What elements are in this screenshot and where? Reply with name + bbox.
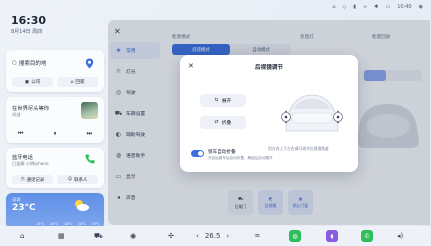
wechat-icon: ◍: [289, 230, 301, 242]
previous-track-button[interactable]: ⏮: [18, 130, 23, 138]
apps-dock-button[interactable]: ▦: [58, 229, 65, 243]
song-title: 在世界尽头等你: [12, 106, 50, 112]
signal-icon: ▮: [353, 4, 357, 10]
home-icon[interactable]: ⌂: [332, 4, 335, 10]
call-history-button[interactable]: ◷ 通话记录: [12, 175, 53, 184]
seat-heat-icon: ◉: [130, 232, 137, 240]
auto-fold-toggle[interactable]: [191, 150, 204, 157]
music-card[interactable]: 在世界尽头等你 肖战 ⏮ ⏸ ⏭: [6, 97, 104, 143]
defrost-button[interactable]: ♒: [254, 229, 260, 243]
podcast-icon: ◖: [326, 230, 338, 242]
search-icon: ○: [12, 60, 17, 66]
volume-button[interactable]: ◂): [397, 229, 403, 243]
clock: 16:30 8月14日 周四: [11, 14, 46, 35]
car-icon: ⛟: [94, 231, 103, 240]
podcast-app[interactable]: ◖: [326, 229, 338, 243]
bt-phone-title: 蓝牙电话: [12, 155, 33, 161]
auto-fold-description: 开启后锁车后自动折叠，解锁后自动展开: [208, 156, 273, 160]
volume-icon: ◂): [397, 232, 404, 240]
widget-column: 16:30 8月14日 周四 ○ 搜索目的地 ▣ 公司 ⌂ 回家 在世界尽头等你…: [4, 4, 104, 229]
wifi-icon: ≈: [363, 4, 368, 10]
sun-cloud-icon: [75, 200, 89, 211]
pause-button[interactable]: ⏸: [53, 130, 56, 138]
car-mirror-diagram: [281, 94, 343, 132]
status-time: 10:40: [397, 4, 412, 10]
user-icon[interactable]: ◉: [419, 4, 423, 10]
bt-phone-status: 已连接 小明iphone: [12, 161, 49, 166]
company-button[interactable]: ▣ 公司: [12, 77, 53, 87]
expand-mirror-button[interactable]: ⇆ 展开: [200, 94, 246, 107]
song-artist: 肖战: [12, 112, 21, 117]
house-icon: ⌂: [70, 79, 74, 85]
home-icon: ⌂: [20, 232, 25, 240]
defrost-icon: ♒: [254, 232, 261, 240]
location-pin-icon: [85, 58, 94, 69]
shield-icon: ◇: [342, 4, 347, 10]
bluetooth-phone-card[interactable]: 蓝牙电话 已连接 小明iphone ◷ 通话记录 ☺ 联系人: [6, 148, 104, 188]
phone-app[interactable]: ✆: [361, 229, 373, 243]
dialog-title: 后视镜调节: [255, 65, 283, 71]
fold-mirror-button[interactable]: ⇄ 折叠: [200, 116, 246, 129]
battery-icon: ▭: [385, 4, 391, 10]
destination-search-label: 搜索目的地: [18, 61, 47, 67]
fold-icon: ⇄: [214, 120, 219, 125]
screen: ⌂ ◇ ▮ ≈ ✱ ▭ 10:40 ◉ 16:30 8月14日 周四 ○ 搜索目…: [0, 0, 431, 246]
expand-icon: ⇆: [214, 98, 219, 103]
person-icon: ☺: [67, 177, 73, 182]
contacts-label: 联系人: [74, 177, 88, 183]
car-dock-button[interactable]: ⛟: [94, 229, 103, 243]
mirror-adjust-hint: 用方向上下左右键可调节后视镜角度: [268, 146, 329, 151]
temp-down-button[interactable]: ‹: [196, 232, 199, 240]
weather-card[interactable]: 深圳 23°C 15℃ 16℃ 18℃ 20℃ 23℃: [6, 193, 104, 229]
bluetooth-icon: ✱: [374, 4, 379, 10]
home-button[interactable]: ⌂ 回家: [57, 77, 98, 87]
seat-heat-button[interactable]: ◉: [130, 229, 136, 243]
mirror-adjust-dialog: ✕ 后视镜调节 ⇆ 展开 ⇄ 折叠 用方向上下左右键可调节后视镜角度 锁车自动折…: [180, 55, 358, 172]
phone-icon: [85, 154, 95, 164]
call-history-label: 通话记录: [26, 177, 45, 183]
temperature-value: 26.5: [204, 232, 221, 240]
contacts-button[interactable]: ☺ 联系人: [57, 175, 98, 184]
fan-button[interactable]: ✣: [168, 229, 174, 243]
expand-label: 展开: [221, 99, 232, 104]
briefcase-icon: ▣: [24, 79, 30, 85]
weather-temperature: 23°C: [12, 203, 36, 213]
temperature-control: ‹ 26.5 ›: [196, 229, 229, 243]
clock-icon: ◷: [20, 177, 25, 182]
status-bar: ⌂ ◇ ▮ ≈ ✱ ▭ 10:40 ◉: [332, 4, 423, 10]
bottom-dock: ⌂ ▦ ⛟ ◉ ✣ ‹ 26.5 › ♒ ◍ ◖ ✆ ◂): [0, 226, 431, 246]
grid-icon: ▦: [58, 232, 65, 240]
home-label: 回家: [75, 80, 85, 85]
phone-icon: ✆: [361, 230, 373, 242]
next-track-button[interactable]: ⏭: [87, 130, 92, 138]
temp-up-button[interactable]: ›: [226, 232, 229, 240]
company-label: 公司: [31, 80, 41, 85]
clock-date: 8月14日 周四: [11, 29, 43, 35]
auto-fold-title: 锁车自动折叠: [208, 150, 236, 155]
fan-icon: ✣: [168, 232, 174, 240]
navigation-card[interactable]: ○ 搜索目的地 ▣ 公司 ⌂ 回家: [6, 50, 104, 92]
home-dock-button[interactable]: ⌂: [20, 229, 24, 243]
album-cover: [81, 102, 98, 119]
wechat-app[interactable]: ◍: [289, 229, 301, 243]
destination-search[interactable]: ○ 搜索目的地: [12, 59, 46, 67]
clock-time: 16:30: [11, 14, 47, 27]
fold-label: 折叠: [221, 121, 232, 126]
